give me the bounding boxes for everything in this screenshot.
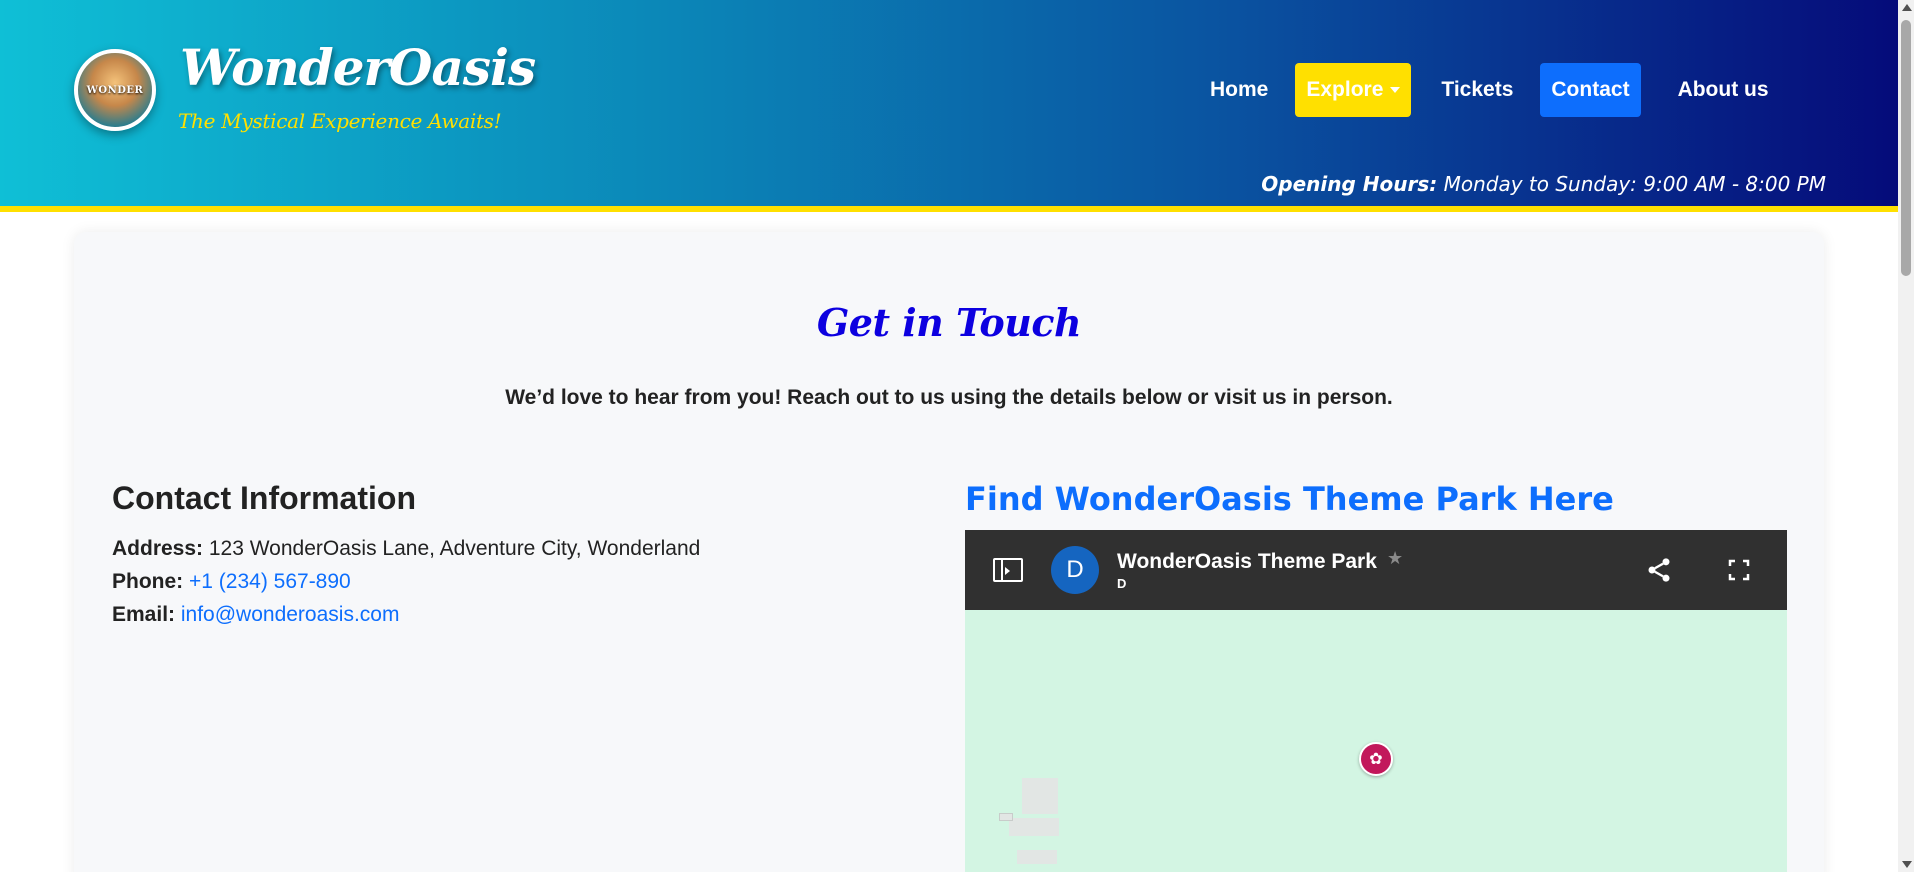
contact-info-heading: Contact Information (112, 480, 416, 516)
map-heading: Find WonderOasis Theme Park Here (965, 480, 1614, 518)
address-label: Address: (112, 537, 204, 560)
intro-text: We’d love to hear from you! Reach out to… (505, 386, 1393, 409)
email-label: Email: (112, 603, 176, 626)
address-value: 123 WonderOasis Lane, Adventure City, Wo… (203, 537, 701, 560)
nav-home-label: Home (1210, 78, 1269, 101)
map-subtitle: D (1117, 576, 1127, 591)
page-scrollbar[interactable] (1898, 0, 1914, 872)
email-line: Email: info@wonderoasis.com (112, 598, 700, 631)
nav-explore-dropdown[interactable]: Explore (1295, 63, 1412, 117)
phone-link[interactable]: +1 (234) 567-890 (189, 570, 351, 593)
sidebar-toggle-icon[interactable] (993, 558, 1023, 582)
map-building (1022, 778, 1058, 814)
scroll-up-arrow-icon[interactable] (1902, 4, 1912, 11)
map-avatar[interactable]: D (1051, 546, 1099, 594)
opening-hours-label: Opening Hours: (1261, 172, 1438, 196)
map-toolbar: D WonderOasis Theme Park ★ D (965, 530, 1787, 610)
address-line: Address: 123 WonderOasis Lane, Adventure… (112, 532, 700, 565)
nav-about-us[interactable]: About us (1667, 63, 1780, 117)
nav-tickets-label: Tickets (1441, 78, 1514, 101)
map-title[interactable]: WonderOasis Theme Park (1117, 550, 1377, 574)
brand-tagline: The Mystical Experience Awaits! (178, 109, 502, 133)
map-building (999, 813, 1013, 821)
site-header: WONDER WonderOasis The Mystical Experien… (0, 0, 1898, 212)
brand-title[interactable]: WonderOasis (180, 38, 536, 97)
scroll-thumb[interactable] (1901, 20, 1911, 276)
main-nav: Home Explore Tickets Contact About us (1199, 63, 1796, 117)
page-title: Get in Touch (816, 300, 1082, 345)
caret-down-icon (1390, 87, 1401, 93)
email-link[interactable]: info@wonderoasis.com (181, 603, 400, 626)
nav-contact[interactable]: Contact (1540, 63, 1641, 117)
contact-info: Address: 123 WonderOasis Lane, Adventure… (112, 532, 700, 631)
amusement-park-pin-icon[interactable]: ✿ (1359, 742, 1393, 776)
map-building (1017, 850, 1057, 864)
page: WONDER WonderOasis The Mystical Experien… (0, 0, 1914, 872)
map-embed[interactable]: D WonderOasis Theme Park ★ D ✿ (965, 530, 1787, 872)
share-icon[interactable] (1645, 556, 1673, 584)
opening-hours: Opening Hours: Monday to Sunday: 9:00 AM… (1261, 172, 1826, 196)
contact-card: Get in Touch We’d love to hear from you!… (74, 232, 1824, 872)
opening-hours-value: Monday to Sunday: 9:00 AM - 8:00 PM (1437, 172, 1826, 196)
phone-line: Phone: +1 (234) 567-890 (112, 565, 700, 598)
nav-home[interactable]: Home (1199, 63, 1279, 117)
map-building (1009, 818, 1059, 836)
star-icon[interactable]: ★ (1387, 548, 1403, 569)
logo[interactable]: WONDER (74, 49, 156, 131)
nav-about-label: About us (1677, 78, 1769, 101)
nav-tickets[interactable]: Tickets (1430, 63, 1524, 117)
fullscreen-icon[interactable] (1726, 558, 1752, 582)
scroll-down-arrow-icon[interactable] (1902, 861, 1912, 868)
nav-explore-label: Explore (1306, 78, 1384, 101)
phone-label: Phone: (112, 570, 184, 593)
nav-contact-label: Contact (1551, 78, 1630, 101)
logo-text: WONDER (86, 84, 144, 96)
